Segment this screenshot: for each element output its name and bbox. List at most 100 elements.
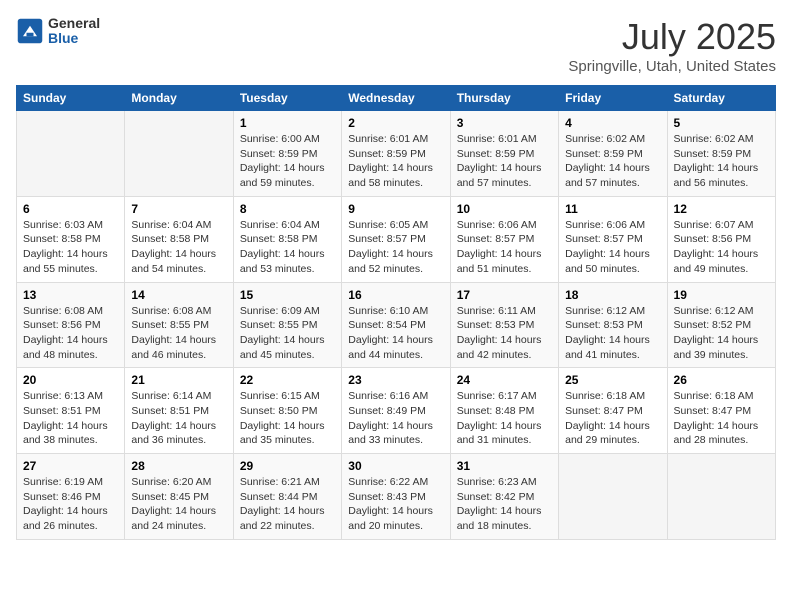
cell-details: Sunrise: 6:16 AMSunset: 8:49 PMDaylight:… — [348, 389, 443, 448]
day-number: 23 — [348, 373, 443, 387]
calendar-cell: 11 Sunrise: 6:06 AMSunset: 8:57 PMDayligh… — [559, 196, 667, 282]
cell-details: Sunrise: 6:12 AMSunset: 8:53 PMDaylight:… — [565, 304, 660, 363]
week-row-5: 27 Sunrise: 6:19 AMSunset: 8:46 PMDayligh… — [17, 454, 776, 540]
cell-details: Sunrise: 6:03 AMSunset: 8:58 PMDaylight:… — [23, 218, 118, 277]
calendar-cell: 20 Sunrise: 6:13 AMSunset: 8:51 PMDayligh… — [17, 368, 125, 454]
calendar-cell: 10 Sunrise: 6:06 AMSunset: 8:57 PMDayligh… — [450, 196, 558, 282]
cell-details: Sunrise: 6:18 AMSunset: 8:47 PMDaylight:… — [674, 389, 769, 448]
day-number: 3 — [457, 116, 552, 130]
header-cell-saturday: Saturday — [667, 86, 775, 111]
day-number: 8 — [240, 202, 335, 216]
calendar-cell: 28 Sunrise: 6:20 AMSunset: 8:45 PMDayligh… — [125, 454, 233, 540]
cell-details: Sunrise: 6:00 AMSunset: 8:59 PMDaylight:… — [240, 132, 335, 191]
day-number: 12 — [674, 202, 769, 216]
calendar-cell: 16Sunrise: 6:10 AMSunset: 8:54 PMDayligh… — [342, 282, 450, 368]
calendar-cell: 1Sunrise: 6:00 AMSunset: 8:59 PMDaylight… — [233, 111, 341, 197]
calendar-cell: 30 Sunrise: 6:22 AMSunset: 8:43 PMDayligh… — [342, 454, 450, 540]
cell-details: Sunrise: 6:18 AMSunset: 8:47 PMDaylight:… — [565, 389, 660, 448]
calendar-title: July 2025 — [568, 16, 776, 58]
week-row-3: 13 Sunrise: 6:08 AMSunset: 8:56 PMDayligh… — [17, 282, 776, 368]
calendar-cell: 7 Sunrise: 6:04 AMSunset: 8:58 PMDaylight… — [125, 196, 233, 282]
calendar-cell: 15 Sunrise: 6:09 AMSunset: 8:55 PMDayligh… — [233, 282, 341, 368]
day-number: 13 — [23, 288, 118, 302]
cell-details: Sunrise: 6:09 AMSunset: 8:55 PMDaylight:… — [240, 304, 335, 363]
cell-details: Sunrise: 6:15 AMSunset: 8:50 PMDaylight:… — [240, 389, 335, 448]
cell-details: Sunrise: 6:11 AMSunset: 8:53 PMDaylight:… — [457, 304, 552, 363]
day-number: 30 — [348, 459, 443, 473]
day-number: 31 — [457, 459, 552, 473]
day-number: 26 — [674, 373, 769, 387]
calendar-cell: 13 Sunrise: 6:08 AMSunset: 8:56 PMDayligh… — [17, 282, 125, 368]
day-number: 19 — [674, 288, 769, 302]
day-number: 7 — [131, 202, 226, 216]
logo: General Blue — [16, 16, 100, 47]
cell-details: Sunrise: 6:02 AMSunset: 8:59 PMDaylight:… — [674, 132, 769, 191]
cell-details: Sunrise: 6:12 AMSunset: 8:52 PMDaylight:… — [674, 304, 769, 363]
week-row-4: 20 Sunrise: 6:13 AMSunset: 8:51 PMDayligh… — [17, 368, 776, 454]
calendar-cell: 2 Sunrise: 6:01 AMSunset: 8:59 PMDaylight… — [342, 111, 450, 197]
calendar-cell: 3Sunrise: 6:01 AMSunset: 8:59 PMDaylight… — [450, 111, 558, 197]
week-row-1: 1Sunrise: 6:00 AMSunset: 8:59 PMDaylight… — [17, 111, 776, 197]
title-block: July 2025 Springville, Utah, United Stat… — [568, 16, 776, 75]
header-row: SundayMondayTuesdayWednesdayThursdayFrid… — [17, 86, 776, 111]
day-number: 9 — [348, 202, 443, 216]
calendar-cell: 5Sunrise: 6:02 AMSunset: 8:59 PMDaylight… — [667, 111, 775, 197]
cell-details: Sunrise: 6:13 AMSunset: 8:51 PMDaylight:… — [23, 389, 118, 448]
calendar-cell: 9Sunrise: 6:05 AMSunset: 8:57 PMDaylight… — [342, 196, 450, 282]
cell-details: Sunrise: 6:22 AMSunset: 8:43 PMDaylight:… — [348, 475, 443, 534]
calendar-cell: 12 Sunrise: 6:07 AMSunset: 8:56 PMDayligh… — [667, 196, 775, 282]
day-number: 29 — [240, 459, 335, 473]
day-number: 21 — [131, 373, 226, 387]
cell-details: Sunrise: 6:08 AMSunset: 8:56 PMDaylight:… — [23, 304, 118, 363]
day-number: 27 — [23, 459, 118, 473]
calendar-subtitle: Springville, Utah, United States — [568, 58, 776, 75]
day-number: 10 — [457, 202, 552, 216]
logo-general-text: General — [48, 16, 100, 31]
header-cell-monday: Monday — [125, 86, 233, 111]
cell-details: Sunrise: 6:19 AMSunset: 8:46 PMDaylight:… — [23, 475, 118, 534]
header-cell-wednesday: Wednesday — [342, 86, 450, 111]
cell-details: Sunrise: 6:20 AMSunset: 8:45 PMDaylight:… — [131, 475, 226, 534]
calendar-cell: 17 Sunrise: 6:11 AMSunset: 8:53 PMDayligh… — [450, 282, 558, 368]
calendar-table: SundayMondayTuesdayWednesdayThursdayFrid… — [16, 85, 776, 540]
header-cell-tuesday: Tuesday — [233, 86, 341, 111]
day-number: 28 — [131, 459, 226, 473]
cell-details: Sunrise: 6:10 AMSunset: 8:54 PMDaylight:… — [348, 304, 443, 363]
calendar-cell — [125, 111, 233, 197]
calendar-cell — [17, 111, 125, 197]
cell-details: Sunrise: 6:23 AMSunset: 8:42 PMDaylight:… — [457, 475, 552, 534]
header-cell-friday: Friday — [559, 86, 667, 111]
day-number: 6 — [23, 202, 118, 216]
day-number: 15 — [240, 288, 335, 302]
calendar-cell: 26 Sunrise: 6:18 AMSunset: 8:47 PMDayligh… — [667, 368, 775, 454]
cell-details: Sunrise: 6:17 AMSunset: 8:48 PMDaylight:… — [457, 389, 552, 448]
day-number: 22 — [240, 373, 335, 387]
logo-icon — [16, 17, 44, 45]
day-number: 20 — [23, 373, 118, 387]
calendar-cell: 14Sunrise: 6:08 AMSunset: 8:55 PMDayligh… — [125, 282, 233, 368]
calendar-cell — [559, 454, 667, 540]
calendar-cell — [667, 454, 775, 540]
logo-text: General Blue — [48, 16, 100, 47]
cell-details: Sunrise: 6:06 AMSunset: 8:57 PMDaylight:… — [457, 218, 552, 277]
calendar-cell: 6 Sunrise: 6:03 AMSunset: 8:58 PMDaylight… — [17, 196, 125, 282]
cell-details: Sunrise: 6:08 AMSunset: 8:55 PMDaylight:… — [131, 304, 226, 363]
cell-details: Sunrise: 6:06 AMSunset: 8:57 PMDaylight:… — [565, 218, 660, 277]
day-number: 2 — [348, 116, 443, 130]
day-number: 18 — [565, 288, 660, 302]
cell-details: Sunrise: 6:14 AMSunset: 8:51 PMDaylight:… — [131, 389, 226, 448]
day-number: 24 — [457, 373, 552, 387]
logo-blue-text: Blue — [48, 31, 100, 46]
cell-details: Sunrise: 6:04 AMSunset: 8:58 PMDaylight:… — [131, 218, 226, 277]
calendar-cell: 8 Sunrise: 6:04 AMSunset: 8:58 PMDaylight… — [233, 196, 341, 282]
day-number: 17 — [457, 288, 552, 302]
day-number: 11 — [565, 202, 660, 216]
header-cell-thursday: Thursday — [450, 86, 558, 111]
cell-details: Sunrise: 6:07 AMSunset: 8:56 PMDaylight:… — [674, 218, 769, 277]
header-cell-sunday: Sunday — [17, 86, 125, 111]
page-header: General Blue July 2025 Springville, Utah… — [16, 16, 776, 75]
calendar-cell: 19 Sunrise: 6:12 AMSunset: 8:52 PMDayligh… — [667, 282, 775, 368]
calendar-cell: 31 Sunrise: 6:23 AMSunset: 8:42 PMDayligh… — [450, 454, 558, 540]
cell-details: Sunrise: 6:04 AMSunset: 8:58 PMDaylight:… — [240, 218, 335, 277]
cell-details: Sunrise: 6:01 AMSunset: 8:59 PMDaylight:… — [348, 132, 443, 191]
